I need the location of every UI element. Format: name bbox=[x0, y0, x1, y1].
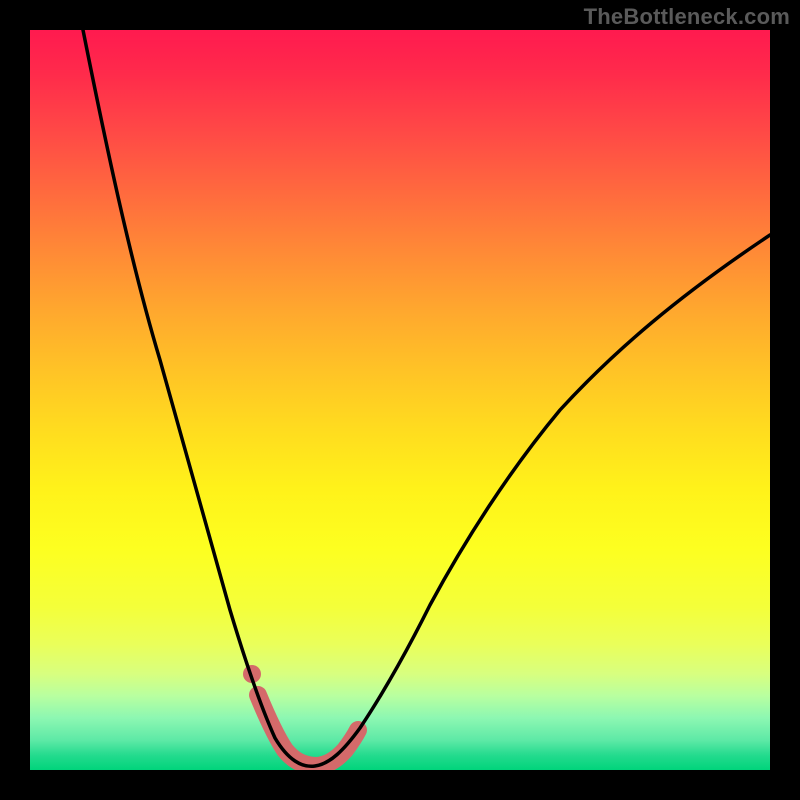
watermark-text: TheBottleneck.com bbox=[584, 4, 790, 30]
plot-area bbox=[30, 30, 770, 770]
bottleneck-curve bbox=[83, 30, 770, 766]
chart-svg bbox=[30, 30, 770, 770]
chart-frame: TheBottleneck.com bbox=[0, 0, 800, 800]
